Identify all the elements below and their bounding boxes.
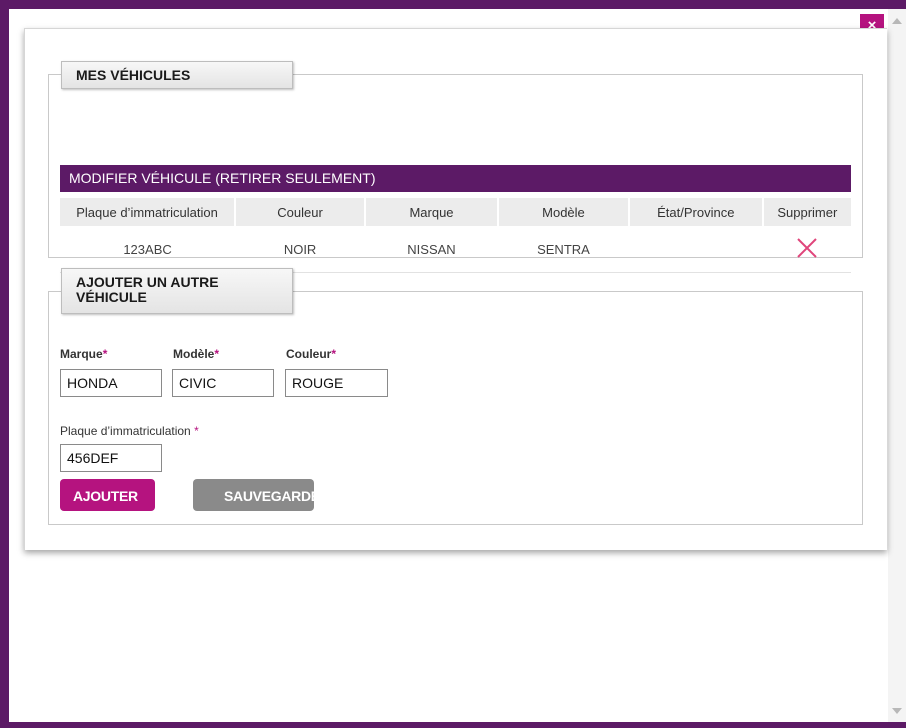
delete-x-icon[interactable]	[796, 237, 818, 259]
model-label: Modèle*	[173, 347, 220, 361]
my-vehicles-legend: MES VÉHICULES	[61, 61, 293, 89]
cell-province	[628, 226, 763, 273]
scroll-up-arrow-icon[interactable]	[892, 18, 902, 24]
scroll-down-arrow-icon[interactable]	[892, 708, 902, 714]
table-row: 123ABC NOIR NISSAN SENTRA	[60, 226, 851, 273]
add-vehicle-legend: AJOUTER UN AUTRE VÉHICULE	[61, 268, 293, 314]
make-label: Marque*	[60, 347, 108, 361]
column-header-delete: Supprimer	[762, 198, 851, 226]
plate-label: Plaque d’immatriculation *	[60, 424, 199, 438]
cell-plate: 123ABC	[60, 226, 236, 273]
column-header-make: Marque	[365, 198, 499, 226]
edit-vehicle-header: MODIFIER VÉHICULE (RETIRER SEULEMENT)	[60, 165, 851, 192]
color-input[interactable]	[285, 369, 388, 397]
cell-delete	[762, 226, 851, 273]
make-input[interactable]	[60, 369, 162, 397]
cell-color: NOIR	[235, 226, 366, 273]
model-input[interactable]	[172, 369, 274, 397]
cell-model: SENTRA	[497, 226, 629, 273]
vehicles-table: Plaque d’immatriculation Couleur Marque …	[60, 198, 851, 273]
column-header-model: Modèle	[497, 198, 630, 226]
add-vehicle-fieldset: AJOUTER UN AUTRE VÉHICULE	[48, 268, 863, 525]
scrollbar[interactable]	[888, 9, 906, 722]
table-header-row: Plaque d’immatriculation Couleur Marque …	[60, 198, 851, 226]
vehicles-modal: MES VÉHICULES MODIFIER VÉHICULE (RETIRER…	[24, 28, 887, 550]
column-header-plate: Plaque d’immatriculation	[60, 198, 237, 226]
save-button[interactable]: SAUVEGARDER	[193, 479, 314, 511]
color-label: Couleur*	[286, 347, 337, 361]
plate-input[interactable]	[60, 444, 162, 472]
add-button[interactable]: AJOUTER	[60, 479, 155, 511]
column-header-color: Couleur	[235, 198, 367, 226]
my-vehicles-fieldset: MES VÉHICULES MODIFIER VÉHICULE (RETIRER…	[48, 61, 863, 273]
cell-make: NISSAN	[365, 226, 498, 273]
column-header-province: État/Province	[628, 198, 764, 226]
